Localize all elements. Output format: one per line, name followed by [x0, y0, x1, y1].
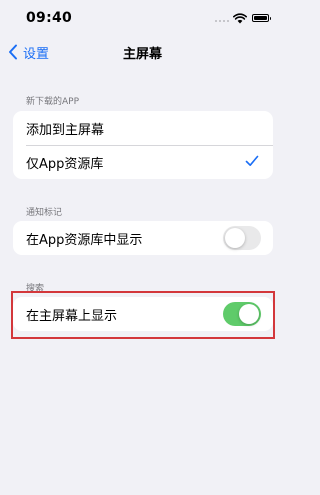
cellular-signal-icon [215, 20, 229, 22]
show-in-app-library-row: 在App资源库中显示 [13, 221, 273, 255]
toggle-knob [225, 228, 245, 248]
wifi-icon [233, 13, 247, 24]
highlight-box [11, 291, 275, 339]
option-app-library-only[interactable]: 仅App资源库 [13, 145, 273, 179]
show-in-app-library-toggle[interactable] [223, 226, 261, 250]
option-label: 添加到主屏幕 [26, 122, 105, 138]
status-bar: 09:40 [0, 0, 285, 36]
new-downloads-group: 添加到主屏幕 仅App资源库 [13, 111, 273, 179]
status-time: 09:40 [26, 10, 73, 26]
navigation-bar: 设置 主屏幕 [0, 36, 285, 68]
option-label: 仅App资源库 [26, 156, 104, 172]
notification-badges-group: 在App资源库中显示 [13, 221, 273, 255]
row-label: 在App资源库中显示 [26, 232, 143, 248]
option-add-to-home-screen[interactable]: 添加到主屏幕 [13, 111, 273, 145]
section-header-new-downloads: 新下载的APP [26, 97, 80, 107]
battery-icon [252, 14, 271, 22]
page-title: 主屏幕 [122, 47, 162, 62]
section-header-notification-badges: 通知标记 [26, 208, 63, 218]
checkmark-icon [245, 155, 259, 166]
